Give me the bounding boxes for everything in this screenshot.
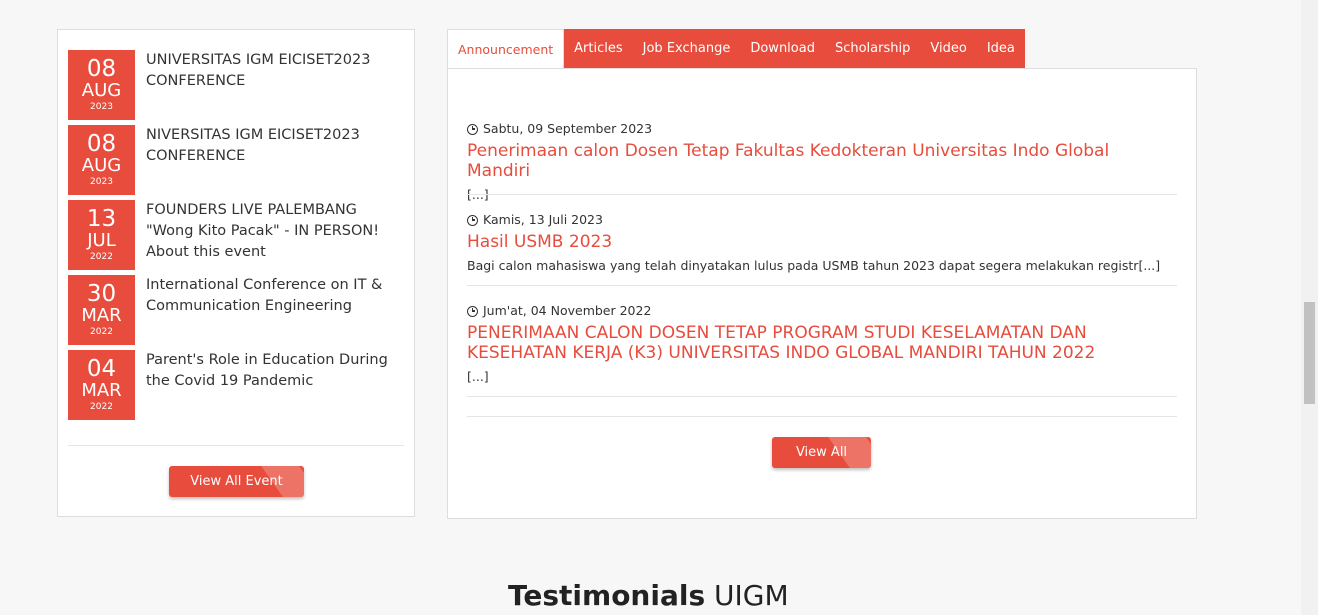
event-year: 2023 xyxy=(90,177,113,187)
announcement-excerpt: [...] xyxy=(467,187,489,202)
announcement-date: Kamis, 13 Juli 2023 xyxy=(467,212,1177,228)
event-day: 08 xyxy=(86,56,117,82)
event-day: 08 xyxy=(86,131,117,157)
view-all-button[interactable]: View All xyxy=(772,437,871,468)
announcement-title-link[interactable]: Penerimaan calon Dosen Tetap Fakultas Ke… xyxy=(467,141,1177,181)
announcement-date: Sabtu, 09 September 2023 xyxy=(467,121,1177,137)
events-divider xyxy=(68,445,404,446)
view-all-event-button[interactable]: View All Event xyxy=(169,466,304,497)
announcement-excerpt: [...] xyxy=(467,369,489,384)
event-title-link[interactable]: UNIVERSITAS IGM EICISET2023 CONFERENCE xyxy=(146,50,408,92)
announcement-date-text: Kamis, 13 Juli 2023 xyxy=(483,212,603,227)
tab-job-exchange[interactable]: Job Exchange xyxy=(632,29,741,69)
announcement-divider xyxy=(467,416,1177,417)
event-item[interactable]: 04 MAR 2022 Parent's Role in Education D… xyxy=(68,350,408,420)
tab-idea[interactable]: Idea xyxy=(976,29,1025,69)
event-item[interactable]: 13 JUL 2022 FOUNDERS LIVE PALEMBANG "Won… xyxy=(68,200,408,270)
clock-icon xyxy=(467,214,478,226)
event-month: AUG xyxy=(81,155,122,176)
event-date-badge: 13 JUL 2022 xyxy=(68,200,135,270)
tab-announcement[interactable]: Announcement xyxy=(447,29,565,70)
event-date-badge: 30 MAR 2022 xyxy=(68,275,135,345)
event-title-link[interactable]: FOUNDERS LIVE PALEMBANG "Wong Kito Pacak… xyxy=(146,200,408,263)
announcement-date-text: Sabtu, 09 September 2023 xyxy=(483,121,653,136)
event-date-badge: 08 AUG 2023 xyxy=(68,125,135,195)
event-day: 04 xyxy=(86,356,117,382)
tab-download[interactable]: Download xyxy=(740,29,825,69)
announcement-date: Jum'at, 04 November 2022 xyxy=(467,303,1177,319)
announcement-title-link[interactable]: Hasil USMB 2023 xyxy=(467,232,1177,252)
event-year: 2022 xyxy=(90,327,113,337)
event-title-link[interactable]: Parent's Role in Education During the Co… xyxy=(146,350,408,392)
tab-video[interactable]: Video xyxy=(920,29,977,69)
event-day: 30 xyxy=(86,281,117,307)
testimonials-title-bold: Testimonials xyxy=(508,579,706,612)
scrollbar-thumb[interactable] xyxy=(1304,302,1315,404)
events-panel: 08 AUG 2023 UNIVERSITAS IGM EICISET2023 … xyxy=(57,29,415,517)
testimonials-title-light: UIGM xyxy=(714,579,789,612)
announcement-divider xyxy=(467,285,1177,286)
announcement-excerpt: Bagi calon mahasiswa yang telah dinyatak… xyxy=(467,258,1161,273)
announcement-title-link[interactable]: PENERIMAAN CALON DOSEN TETAP PROGRAM STU… xyxy=(467,323,1177,363)
announcement-tab-content: Sabtu, 09 September 2023 Penerimaan calo… xyxy=(447,68,1197,519)
page-scrollbar[interactable] xyxy=(1301,0,1318,615)
tabs-panel: Announcement Articles Job Exchange Downl… xyxy=(447,29,1197,519)
event-item[interactable]: 08 AUG 2023 UNIVERSITAS IGM EICISET2023 … xyxy=(68,50,408,120)
clock-icon xyxy=(467,123,478,135)
event-title-link[interactable]: International Conference on IT & Communi… xyxy=(146,275,408,317)
event-date-badge: 04 MAR 2022 xyxy=(68,350,135,420)
clock-icon xyxy=(467,305,478,317)
event-year: 2023 xyxy=(90,102,113,112)
event-item[interactable]: 30 MAR 2022 International Conference on … xyxy=(68,275,408,345)
testimonials-heading: Testimonials UIGM xyxy=(508,578,789,614)
announcement-item: Kamis, 13 Juli 2023 Hasil USMB 2023 Bagi… xyxy=(467,212,1177,274)
event-month: MAR xyxy=(81,305,122,326)
announcement-item: Sabtu, 09 September 2023 Penerimaan calo… xyxy=(467,121,1177,203)
tab-scholarship[interactable]: Scholarship xyxy=(824,29,921,69)
event-day: 13 xyxy=(86,206,117,232)
event-year: 2022 xyxy=(90,402,113,412)
tab-bar: Announcement Articles Job Exchange Downl… xyxy=(447,29,1025,70)
announcement-divider xyxy=(467,194,1177,195)
announcement-divider xyxy=(467,396,1177,397)
event-month: MAR xyxy=(81,380,122,401)
announcement-item: Jum'at, 04 November 2022 PENERIMAAN CALO… xyxy=(467,303,1177,385)
tab-articles[interactable]: Articles xyxy=(564,29,633,69)
event-year: 2022 xyxy=(90,252,113,262)
event-date-badge: 08 AUG 2023 xyxy=(68,50,135,120)
announcement-date-text: Jum'at, 04 November 2022 xyxy=(483,303,652,318)
event-item[interactable]: 08 AUG 2023 NIVERSITAS IGM EICISET2023 C… xyxy=(68,125,408,195)
event-month: AUG xyxy=(81,80,122,101)
event-month: JUL xyxy=(87,230,116,251)
event-title-link[interactable]: NIVERSITAS IGM EICISET2023 CONFERENCE xyxy=(146,125,408,167)
